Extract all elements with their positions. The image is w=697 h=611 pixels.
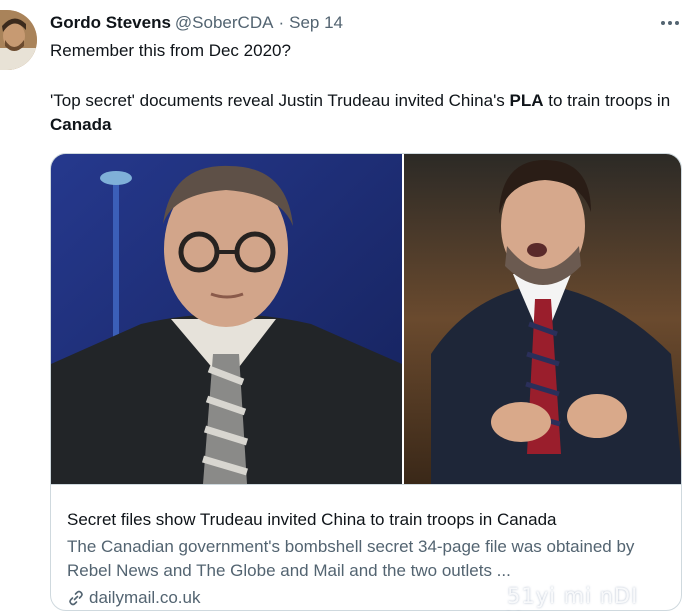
tweet-text-part: 'Top secret' documents reveal Justin Tru… — [50, 91, 510, 110]
avatar[interactable] — [0, 10, 37, 70]
card-domain[interactable]: dailymail.co.uk — [67, 587, 201, 609]
author-handle[interactable]: @SoberCDA — [175, 13, 274, 33]
tweet-text-part: to train troops in — [543, 91, 671, 110]
tweet-text-line1: Remember this from Dec 2020? — [50, 41, 291, 60]
card-description: The Canadian government's bombshell secr… — [67, 537, 635, 580]
card-image[interactable] — [51, 154, 681, 484]
avatar-image — [0, 10, 37, 70]
separator-dot: · — [278, 13, 285, 32]
tweet-text: Remember this from Dec 2020? 'Top secret… — [50, 39, 680, 137]
watermark: 51yi mi nDI Y.com — [507, 584, 639, 611]
card-title[interactable]: Secret files show Trudeau invited China … — [67, 509, 667, 531]
author-name[interactable]: Gordo Stevens — [50, 13, 171, 33]
tweet[interactable]: Gordo Stevens @SoberCDA · Sep 14 Remembe… — [0, 0, 697, 611]
more-horizontal-icon[interactable] — [656, 12, 684, 34]
tweet-text-bold-pla: PLA — [509, 91, 544, 110]
tweet-date[interactable]: Sep 14 — [289, 13, 343, 33]
tweet-text-line2: 'Top secret' documents reveal Justin Tru… — [50, 89, 680, 137]
link-card[interactable]: Secret files show Trudeau invited China … — [50, 153, 682, 611]
link-icon — [69, 590, 83, 606]
tweet-text-bold-canada: Canada — [50, 115, 112, 134]
tweet-header: Gordo Stevens @SoberCDA · Sep 14 — [50, 11, 343, 35]
card-domain-text: dailymail.co.uk — [89, 588, 201, 607]
